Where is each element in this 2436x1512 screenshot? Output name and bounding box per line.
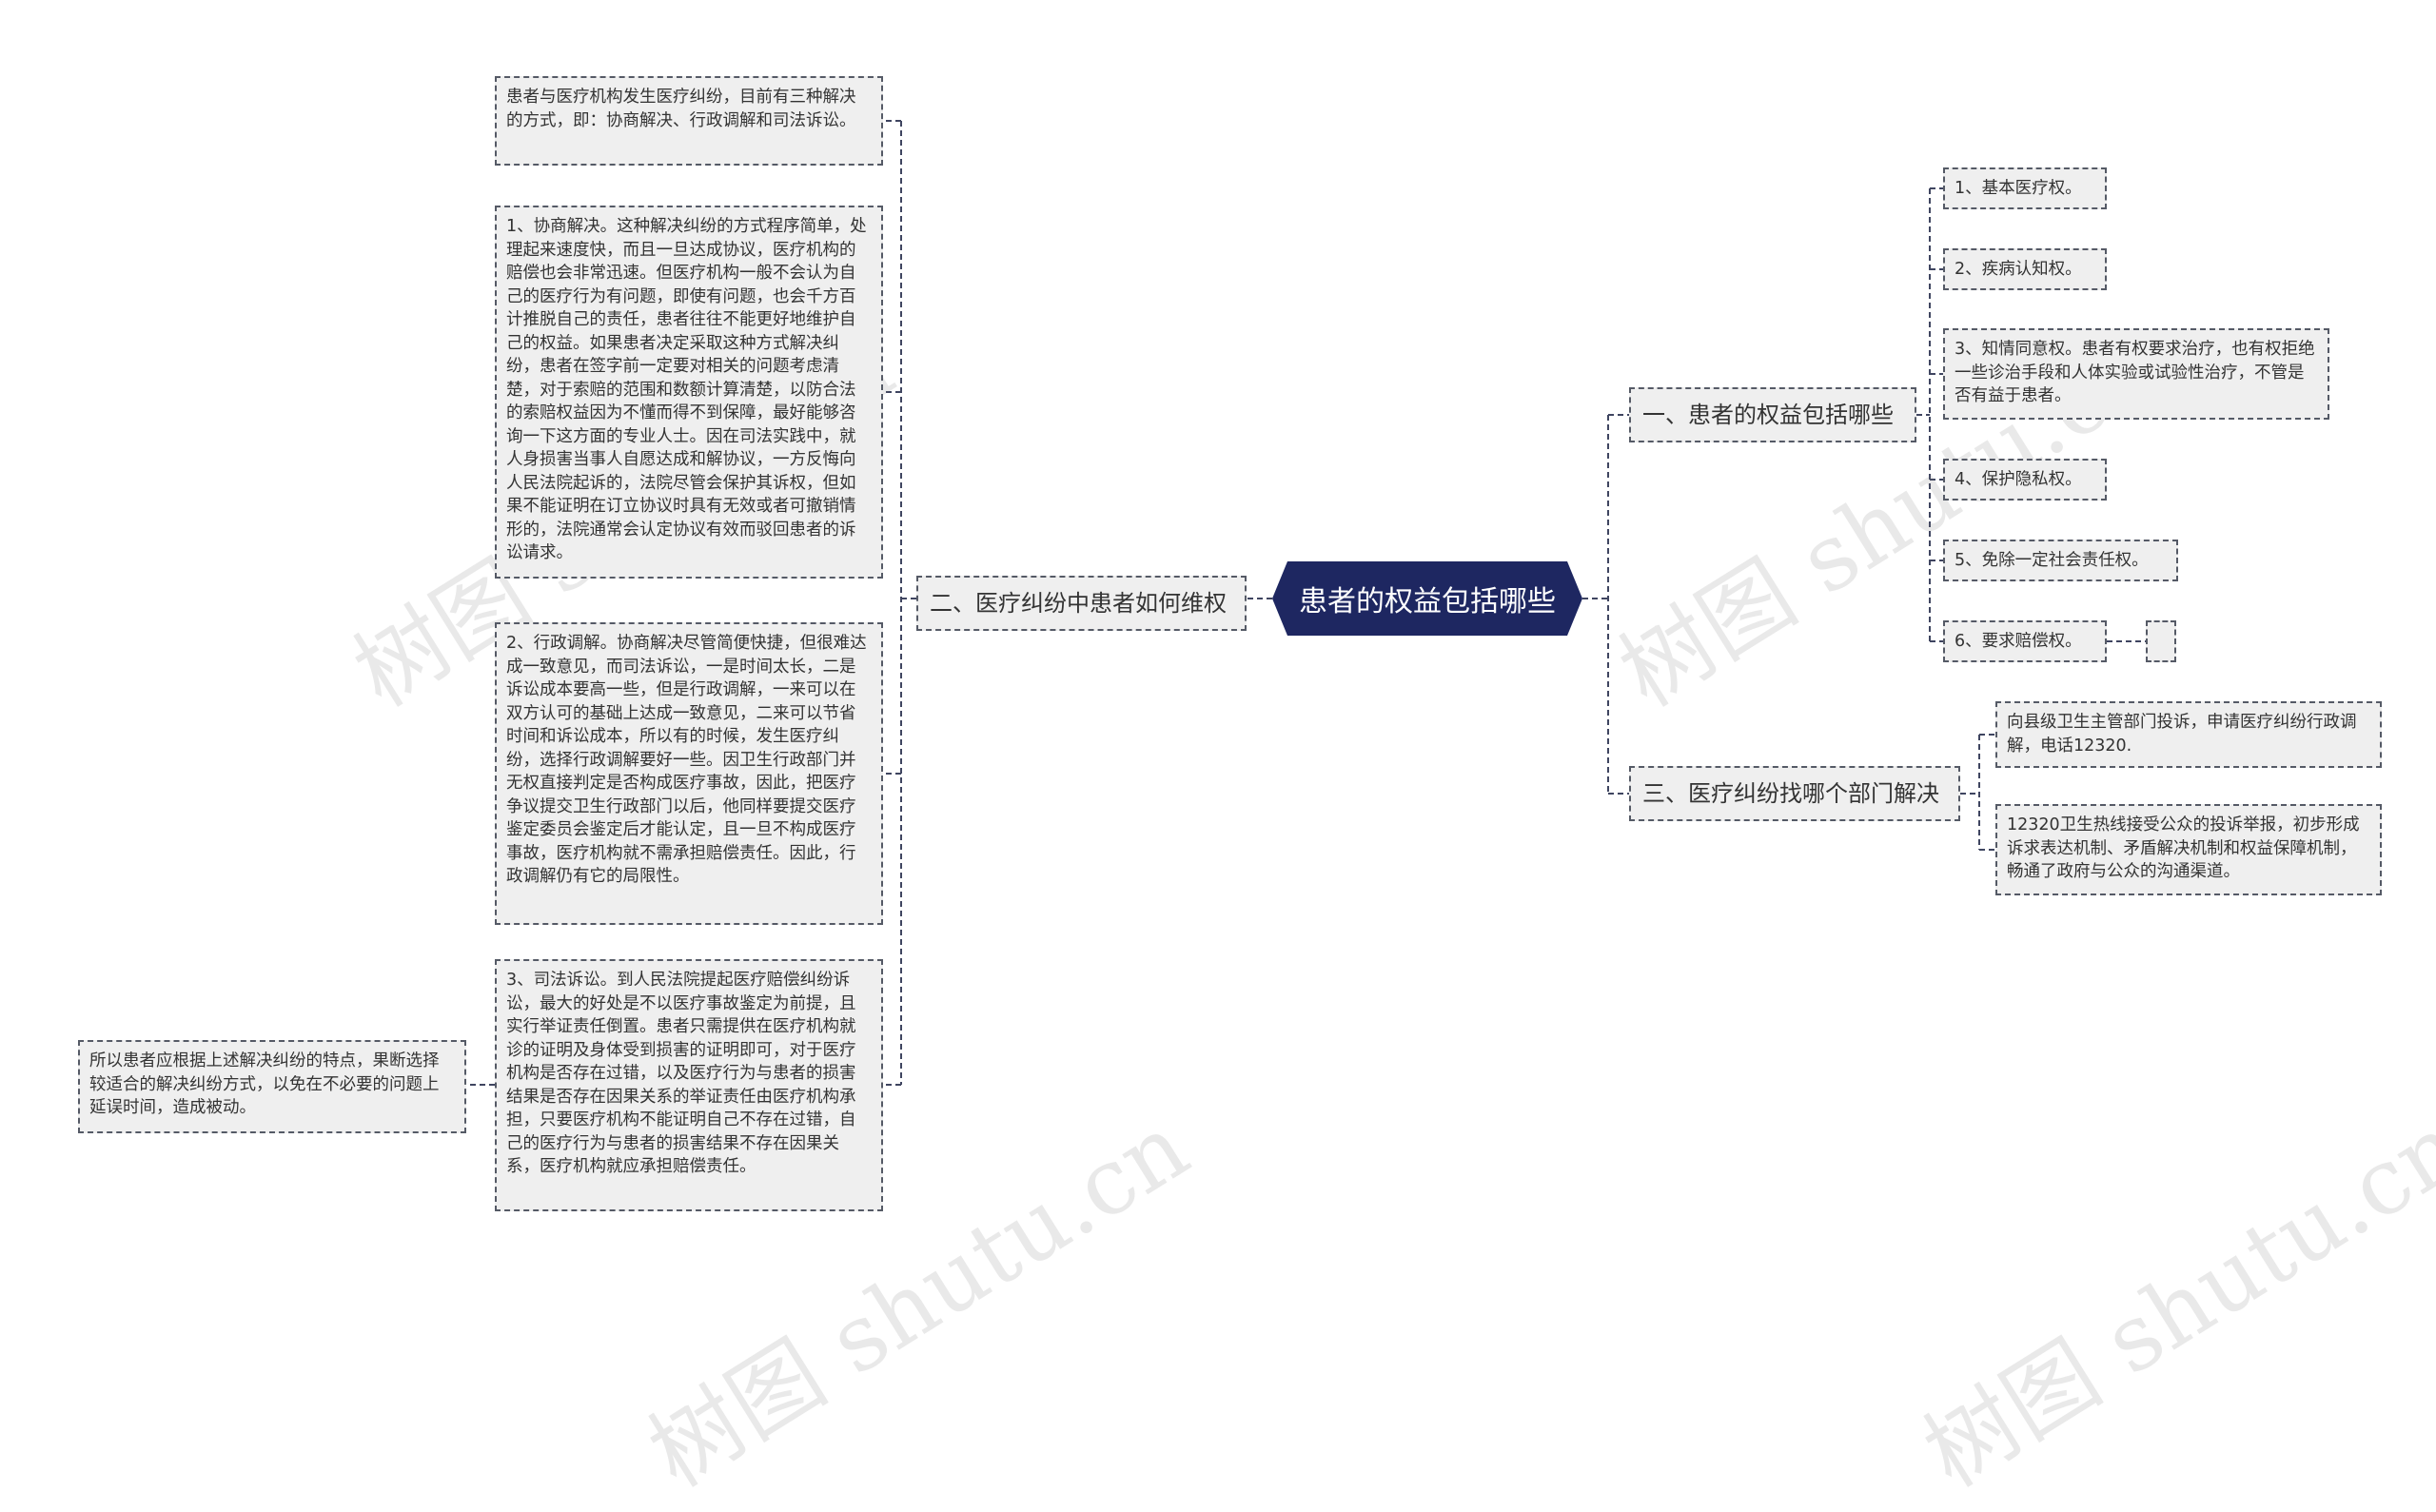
root-label: 患者的权益包括哪些 xyxy=(1299,585,1556,619)
left-item-negotiation[interactable]: 1、协商解决。这种解决纠纷的方式程序简单，处理起来速度快，而且一旦达成协议，医疗… xyxy=(495,206,883,579)
left-note-conclusion[interactable]: 所以患者应根据上述解决纠纷的特点，果断选择较适合的解决纠纷方式，以免在不必要的问… xyxy=(78,1040,466,1133)
root-node[interactable]: 患者的权益包括哪些 xyxy=(1272,561,1582,636)
right-item-basic-medical-right[interactable]: 1、基本医疗权。 xyxy=(1943,167,2107,209)
branch-how-to-protect-rights[interactable]: 二、医疗纠纷中患者如何维权 xyxy=(916,576,1247,631)
left-item-administrative-mediation[interactable]: 2、行政调解。协商解决尽管简便快捷，但很难达成一致意见，而司法诉讼，一是时间太长… xyxy=(495,622,883,925)
right2-item-12320-hotline[interactable]: 12320卫生热线接受公众的投诉举报，初步形成诉求表达机制、矛盾解决机制和权益保… xyxy=(1995,804,2382,895)
right-empty-child-node[interactable] xyxy=(2146,620,2176,662)
branch-which-department[interactable]: 三、医疗纠纷找哪个部门解决 xyxy=(1629,766,1960,821)
right-item-social-duty-exemption[interactable]: 5、免除一定社会责任权。 xyxy=(1943,540,2178,581)
left-item-intro[interactable]: 患者与医疗机构发生医疗纠纷，目前有三种解决的方式，即：协商解决、行政调解和司法诉… xyxy=(495,76,883,166)
left-item-judicial-litigation[interactable]: 3、司法诉讼。到人民法院提起医疗赔偿纠纷诉讼，最大的好处是不以医疗事故鉴定为前提… xyxy=(495,959,883,1211)
right-item-compensation-right[interactable]: 6、要求赔偿权。 xyxy=(1943,620,2107,662)
right-item-privacy-right[interactable]: 4、保护隐私权。 xyxy=(1943,459,2107,501)
mind-map-canvas: 树图 shutu.cn 树图 shutu.cn 树图 shutu.cn 树图 s… xyxy=(0,0,2436,1507)
branch-patient-rights[interactable]: 一、患者的权益包括哪些 xyxy=(1629,387,1916,442)
right-item-disease-awareness-right[interactable]: 2、疾病认知权。 xyxy=(1943,248,2107,290)
right2-item-county-health-dept[interactable]: 向县级卫生主管部门投诉，申请医疗纠纷行政调解，电话12320. xyxy=(1995,701,2382,768)
right-item-informed-consent-right[interactable]: 3、知情同意权。患者有权要求治疗，也有权拒绝一些诊治手段和人体实验或试验性治疗，… xyxy=(1943,328,2329,420)
